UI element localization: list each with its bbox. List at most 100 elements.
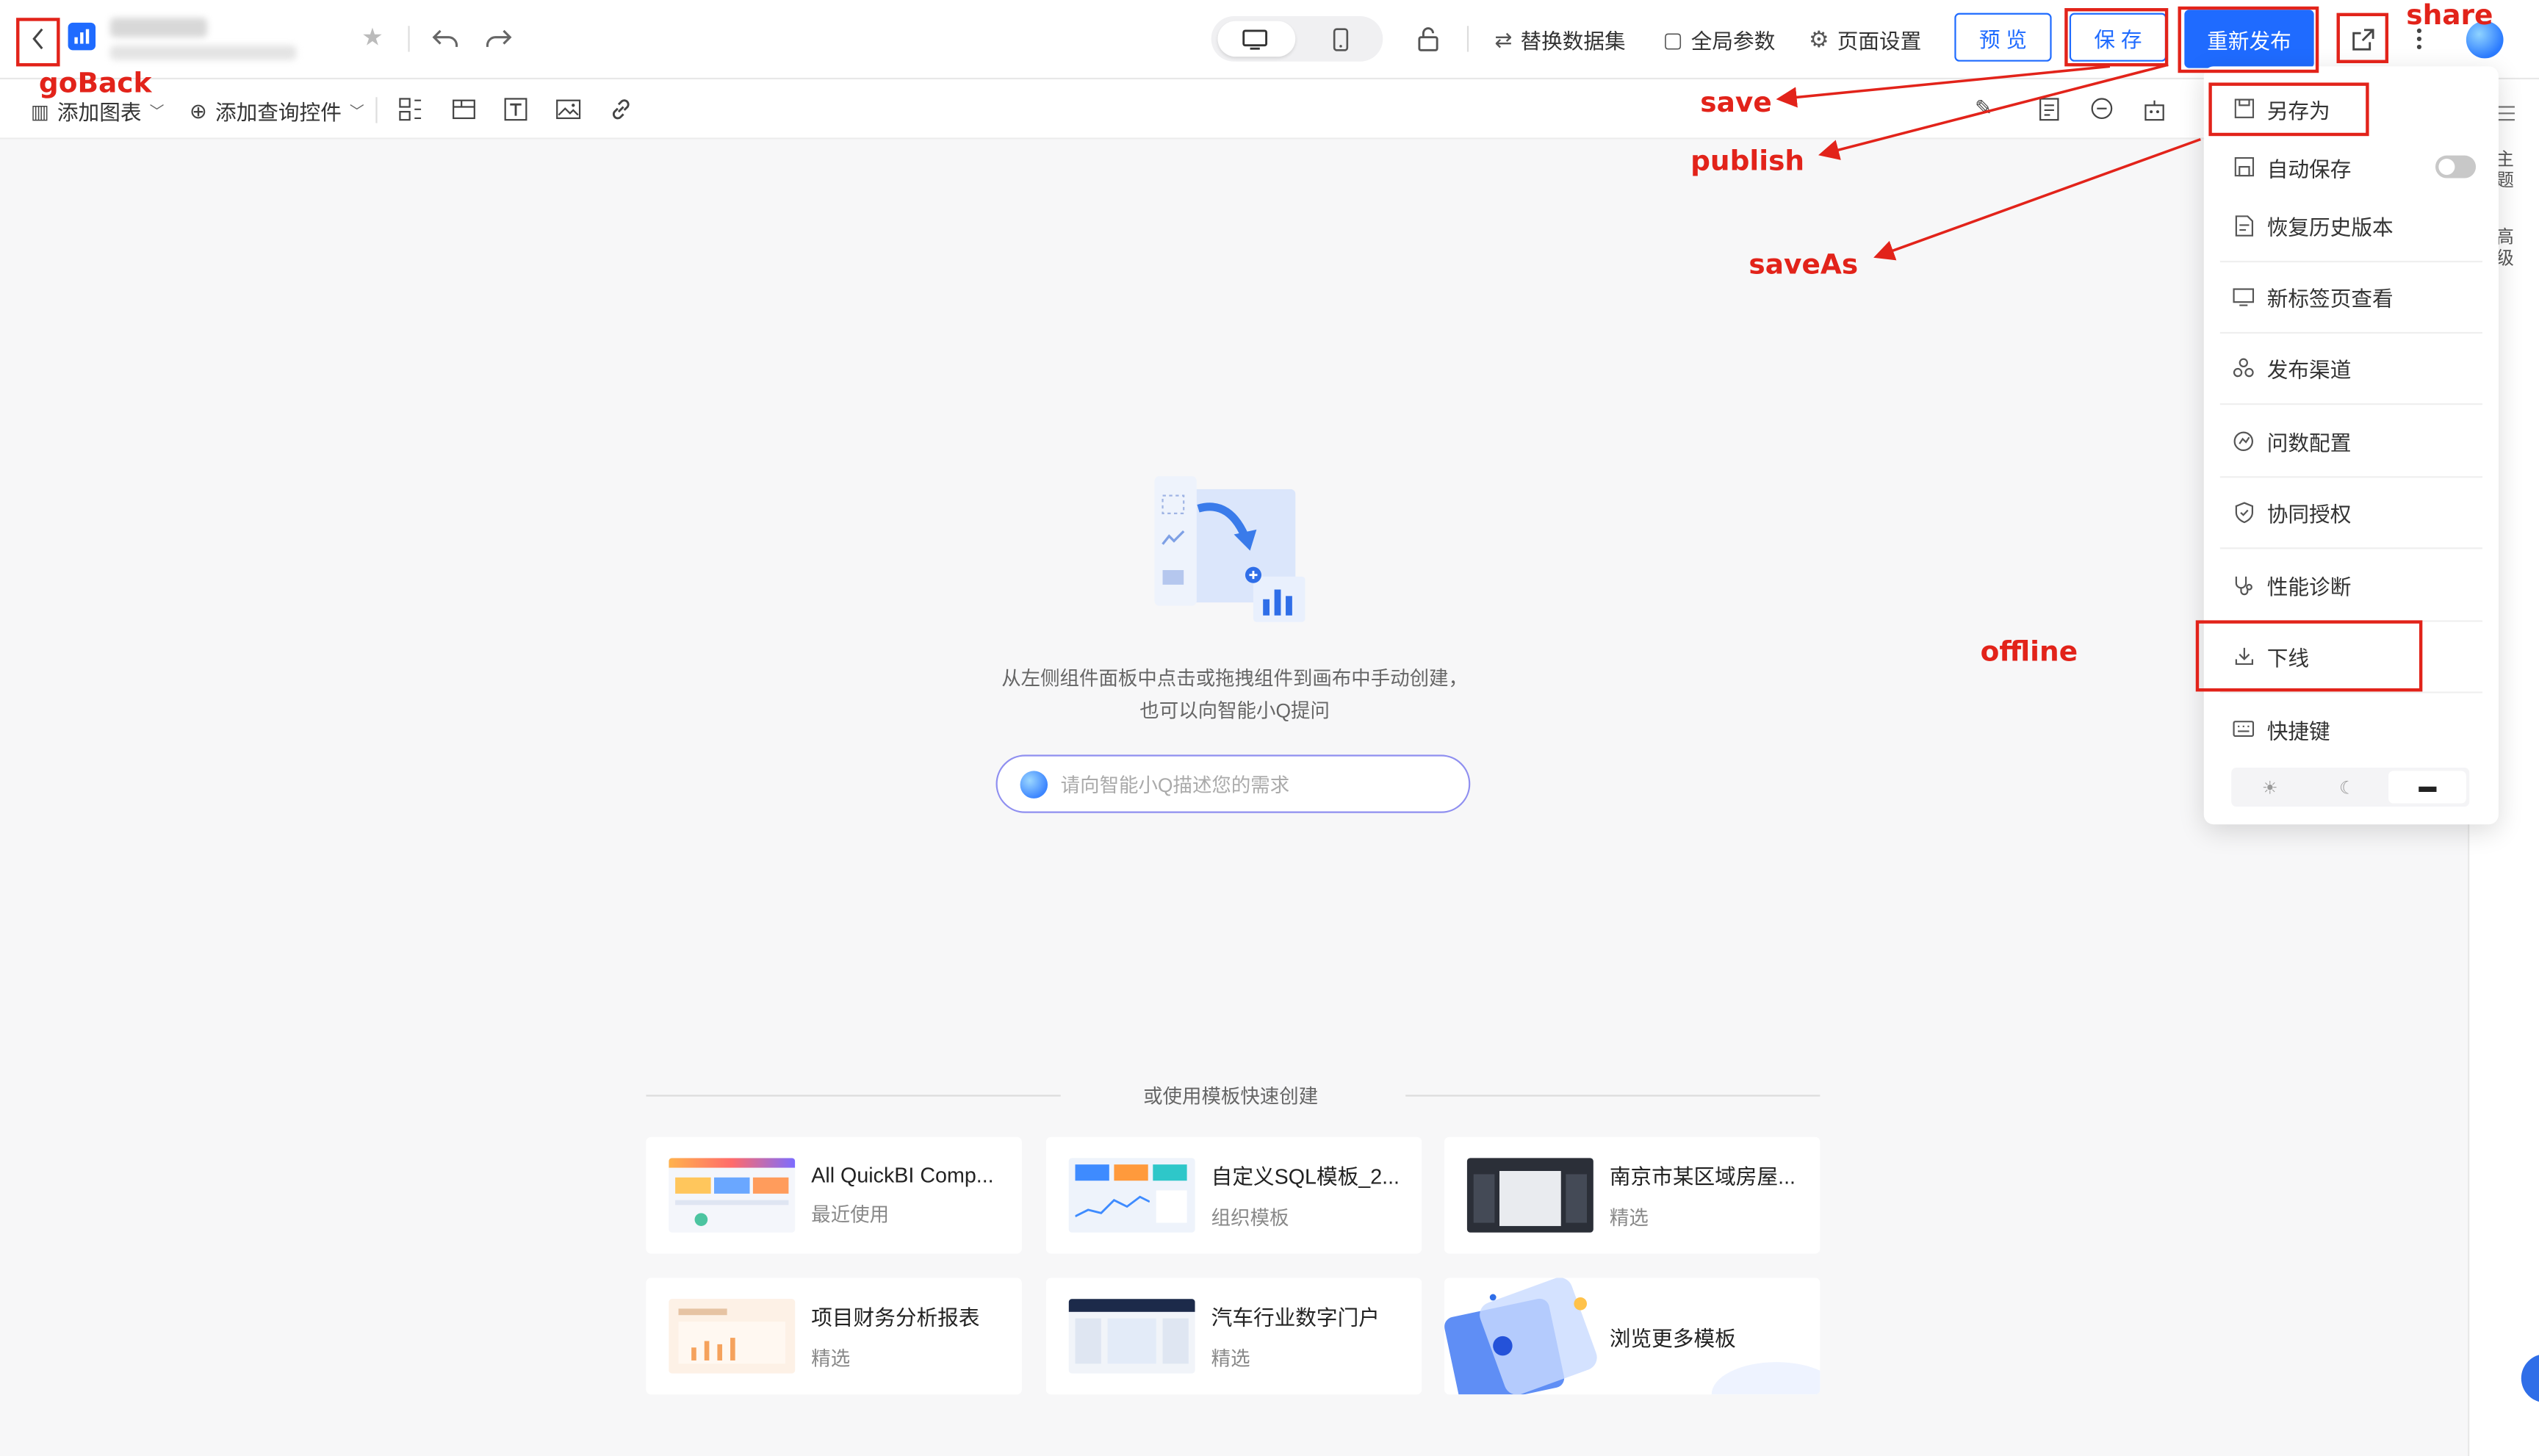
template-card[interactable]: All QuickBI Comp... 最近使用 [646, 1136, 1022, 1254]
page-settings-button[interactable]: ⚙ 页面设置 [1809, 24, 1921, 55]
image-icon[interactable] [554, 94, 583, 123]
menu-divider [2219, 691, 2482, 693]
preview-button[interactable]: 预 览 [1954, 12, 2052, 62]
menu-item-open-new-tab[interactable]: 新标签页查看 [2204, 267, 2499, 325]
chevron-down-icon: ﹀ [349, 104, 364, 120]
annotation-box-offline [2195, 620, 2423, 692]
container-icon[interactable] [449, 94, 478, 123]
template-thumbnail [669, 1299, 796, 1374]
annotation-offline: offline [1980, 636, 2078, 669]
redo-icon[interactable] [483, 23, 515, 55]
menu-item-qa-config[interactable]: 问数配置 [2204, 411, 2499, 469]
auto-save-icon [2233, 156, 2254, 178]
menu-item-shortcuts[interactable]: 快捷键 [2204, 699, 2499, 757]
dashboard-title-blurred [109, 18, 208, 37]
params-icon: ▢ [1663, 26, 1683, 51]
annotation-goback: goBack [38, 68, 152, 101]
divider [646, 1095, 1061, 1097]
monitor-icon [2233, 286, 2255, 307]
menu-item-auto-save[interactable]: 自动保存 [2204, 137, 2499, 195]
template-name: All QuickBI Comp... [811, 1162, 994, 1188]
more-options-menu: 另存为 自动保存 恢复历史版本 新标签页查看 发布渠道 问数配置 协同授权 性能… [2203, 66, 2499, 825]
sun-icon[interactable]: ☀ [2231, 768, 2308, 807]
menu-divider [2219, 260, 2482, 263]
shield-icon [2233, 501, 2254, 523]
annotation-box-save [2064, 8, 2169, 67]
template-card[interactable]: 项目财务分析报表 精选 [646, 1277, 1022, 1395]
keyboard-icon [2233, 718, 2255, 740]
robot-icon[interactable] [2139, 94, 2169, 123]
lock-icon[interactable] [1412, 23, 1444, 55]
menu-item-performance[interactable]: 性能诊断 [2204, 555, 2499, 613]
template-card[interactable]: 自定义SQL模板_2... 组织模板 [1045, 1136, 1422, 1254]
layout-icon[interactable] [395, 94, 425, 123]
template-thumbnail [1466, 1158, 1593, 1233]
template-name: 浏览更多模板 [1609, 1325, 1736, 1350]
dataset-icon: ⇄ [1494, 26, 1513, 51]
template-name: 项目财务分析报表 [811, 1305, 980, 1330]
empty-canvas-illustration [1150, 476, 1311, 625]
menu-item-collab-auth[interactable]: 协同授权 [2204, 483, 2499, 541]
template-category: 精选 [811, 1347, 851, 1371]
ai-chat-icon[interactable] [2087, 94, 2117, 123]
add-query-control-button[interactable]: ⊕ 添加查询控件 ﹀ [190, 95, 364, 126]
template-card[interactable]: 南京市某区域房屋... 精选 [1444, 1136, 1820, 1254]
template-category: 组织模板 [1211, 1206, 1289, 1230]
annotation-saveas: saveAs [1749, 249, 1859, 282]
theme-mode-switch: ☀ ☾ ▬ [2231, 768, 2470, 807]
text-icon[interactable] [500, 94, 530, 123]
moon-icon[interactable]: ☾ [2308, 768, 2385, 807]
menu-divider [2219, 403, 2482, 406]
template-thumbnail [1068, 1299, 1195, 1374]
template-thumbnail [1068, 1158, 1195, 1233]
stethoscope-icon [2233, 574, 2254, 596]
annotation-box-goback [16, 18, 60, 67]
template-thumbnail [669, 1158, 796, 1233]
menu-divider [2219, 476, 2482, 478]
annotation-box-publish [2178, 6, 2319, 73]
desktop-icon[interactable] [1237, 24, 1272, 54]
annotation-box-saveas [2208, 82, 2369, 137]
system-theme-icon[interactable]: ▬ [2388, 771, 2466, 804]
undo-icon[interactable] [429, 23, 461, 55]
history-icon [2233, 215, 2254, 236]
template-name: 汽车行业数字门户 [1211, 1305, 1380, 1330]
browse-more-templates-card[interactable]: 浏览更多模板 [1444, 1277, 1820, 1395]
template-card[interactable]: 汽车行业数字门户 精选 [1045, 1277, 1422, 1395]
annotation-box-share [2336, 12, 2389, 63]
divider [408, 26, 410, 52]
brush-icon[interactable]: ✎ [1969, 94, 1998, 123]
bar-chart-icon: ▥ [30, 99, 49, 123]
menu-divider [2219, 547, 2482, 549]
star-icon[interactable]: ★ [358, 23, 387, 51]
template-name: 南京市某区域房屋... [1609, 1164, 1796, 1189]
divider [1405, 1095, 1820, 1097]
divider [1466, 26, 1469, 52]
dashboard-type-icon [68, 22, 96, 51]
template-category: 最近使用 [811, 1203, 890, 1226]
assistant-icon [1020, 770, 1048, 798]
gear-icon: ⚙ [1808, 26, 1829, 52]
report-icon[interactable] [2034, 94, 2063, 123]
search-plus-icon: ⊕ [189, 98, 207, 123]
menu-divider [2219, 331, 2482, 334]
menu-item-publish-channels[interactable]: 发布渠道 [2204, 339, 2499, 397]
component-toolbar: ▥ 添加图表 ﹀ ⊕ 添加查询控件 ﹀ ✎ [0, 79, 2539, 140]
ai-question-input[interactable]: 请向智能小Q描述您的需求 [995, 754, 1471, 813]
qa-config-icon [2233, 430, 2254, 451]
channels-icon [2233, 357, 2254, 378]
menu-item-restore-history[interactable]: 恢复历史版本 [2204, 196, 2499, 254]
template-name: 自定义SQL模板_2... [1211, 1164, 1400, 1189]
link-icon[interactable] [605, 94, 635, 123]
global-params-button[interactable]: ▢ 全局参数 [1663, 24, 1776, 55]
empty-canvas-hint: 从左侧组件面板中点击或拖拽组件到画布中手动创建， 也可以向智能小Q提问 [1001, 667, 1469, 723]
chevron-down-icon: ﹀ [149, 104, 165, 120]
divider [375, 97, 378, 123]
template-heading: 或使用模板快速创建 [1143, 1085, 1319, 1109]
mobile-icon[interactable] [1325, 24, 1357, 54]
dashboard-subtitle-blurred [109, 45, 297, 60]
annotation-share: share [2406, 0, 2493, 33]
template-category: 精选 [1609, 1206, 1649, 1230]
replace-dataset-button[interactable]: ⇄ 替换数据集 [1494, 24, 1625, 55]
auto-save-toggle[interactable] [2435, 155, 2477, 179]
